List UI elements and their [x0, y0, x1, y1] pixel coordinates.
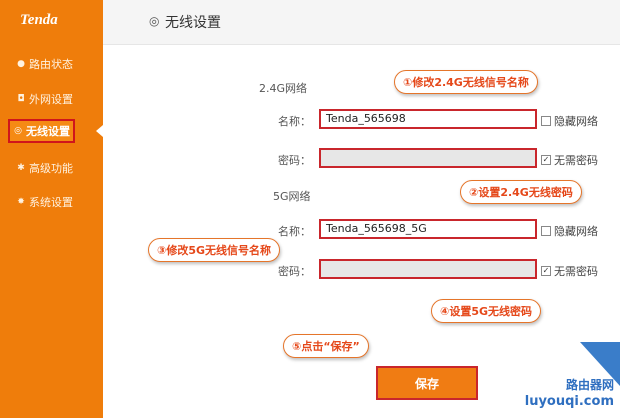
section-label-2-4g: 2.4G网络	[259, 82, 308, 95]
ssid-5g-input[interactable]: Tenda_565698_5G	[319, 219, 537, 239]
checkmark-icon: ✓	[541, 155, 551, 165]
checkbox-box	[541, 116, 551, 126]
sidebar-item-advanced[interactable]: ✱ 高级功能	[16, 160, 73, 176]
no-password-24-checkbox[interactable]: ✓ 无需密码	[541, 152, 598, 168]
wifi-icon: ◎	[149, 14, 160, 28]
sidebar-item-system-settings[interactable]: ✸ 系统设置	[16, 194, 73, 210]
ssid-24-label: 名称：	[278, 115, 311, 128]
sidebar-item-wireless-settings[interactable]: ◎ 无线设置	[8, 119, 75, 143]
password-5g-input[interactable]	[319, 259, 537, 279]
page-header: ◎ 无线设置	[103, 0, 620, 45]
tools-icon: ✱	[17, 163, 25, 173]
sidebar-item-label: 系统设置	[29, 196, 73, 209]
checkbox-box	[541, 226, 551, 236]
password-24-label: 密码：	[278, 154, 311, 167]
sidebar-item-wan-settings[interactable]: ◘ 外网设置	[16, 91, 73, 107]
checkmark-icon: ✓	[541, 266, 551, 276]
watermark-text-line1: 路由器网	[565, 378, 614, 392]
annotation-2-callout: ②设置2.4G无线密码	[460, 180, 582, 204]
sidebar-item-label: 路由状态	[29, 58, 73, 71]
gear-icon: ✸	[17, 197, 25, 207]
sidebar-item-router-status[interactable]: ● 路由状态	[16, 56, 73, 72]
annotation-1-callout: ①修改2.4G无线信号名称	[394, 70, 538, 94]
hide-network-5g-checkbox[interactable]: 隐藏网络	[541, 223, 598, 239]
hide-network-5g-label: 隐藏网络	[554, 225, 598, 238]
no-password-5g-label: 无需密码	[554, 265, 598, 278]
section-label-5g: 5G网络	[273, 190, 311, 203]
password-5g-label: 密码：	[278, 265, 311, 278]
circle-dot-icon: ●	[17, 59, 25, 69]
wifi-icon: ◎	[14, 126, 22, 136]
sidebar-item-label: 高级功能	[29, 162, 73, 175]
password-24-input[interactable]	[319, 148, 537, 168]
hide-network-24-checkbox[interactable]: 隐藏网络	[541, 113, 598, 129]
globe-icon: ◘	[17, 94, 25, 104]
annotation-3-callout: ③修改5G无线信号名称	[148, 238, 280, 262]
no-password-24-label: 无需密码	[554, 154, 598, 167]
watermark: 路由器网 luyouqi.com	[510, 342, 620, 418]
page-title: 无线设置	[165, 15, 221, 31]
sidebar-item-label: 无线设置	[26, 125, 70, 138]
tenda-logo: Tenda	[20, 12, 58, 28]
annotation-5-callout: ⑤点击“保存”	[283, 334, 369, 358]
save-button[interactable]: 保存	[376, 366, 478, 400]
active-indicator-arrow	[96, 125, 103, 137]
sidebar-item-label: 外网设置	[29, 93, 73, 106]
hide-network-24-label: 隐藏网络	[554, 115, 598, 128]
no-password-5g-checkbox[interactable]: ✓ 无需密码	[541, 263, 598, 279]
ssid-5g-label: 名称：	[278, 225, 311, 238]
ssid-24-input[interactable]: Tenda_565698	[319, 109, 537, 129]
sidebar: Tenda ● 路由状态 ◘ 外网设置 ◎ 无线设置 ✱ 高级功能 ✸ 系统设置	[0, 0, 103, 418]
watermark-text-line2: luyouqi.com	[524, 394, 614, 409]
annotation-4-callout: ④设置5G无线密码	[431, 299, 541, 323]
